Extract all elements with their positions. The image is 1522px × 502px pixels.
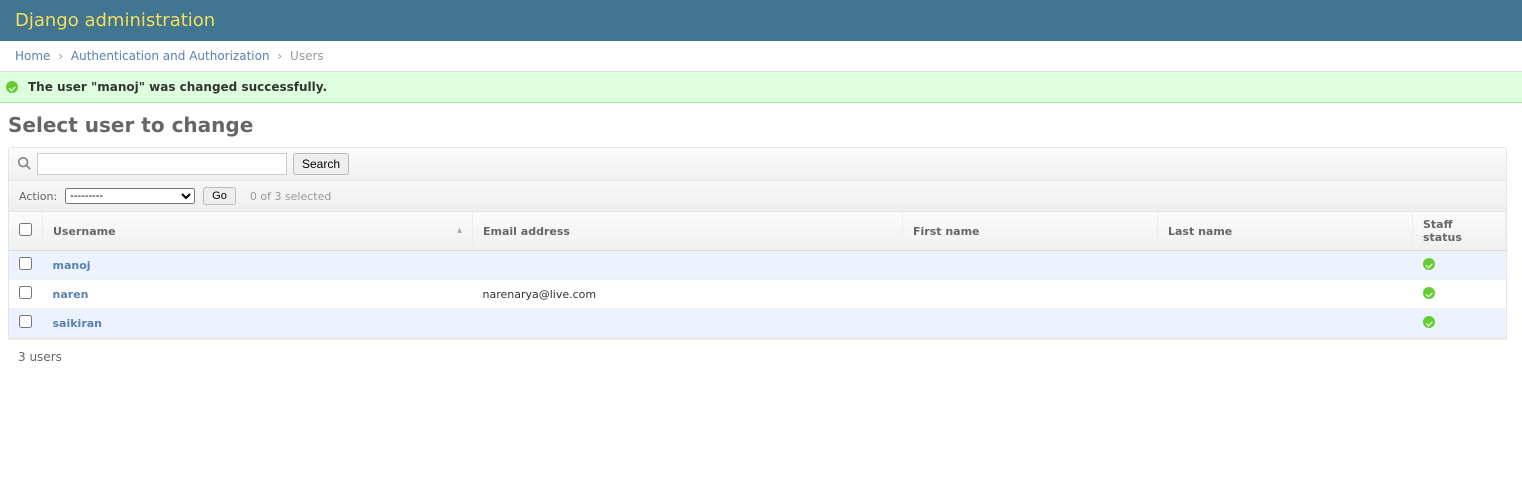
staff-cell xyxy=(1413,251,1506,280)
first-name-cell xyxy=(903,280,1158,309)
check-icon xyxy=(1423,287,1435,299)
col-last-name[interactable]: Last name xyxy=(1158,212,1413,251)
site-title: Django administration xyxy=(15,10,1507,31)
col-first-name[interactable]: First name xyxy=(903,212,1158,251)
success-icon xyxy=(6,81,18,93)
breadcrumb: Home › Authentication and Authorization … xyxy=(0,41,1522,72)
search-toolbar: Search xyxy=(8,147,1507,181)
page-title: Select user to change xyxy=(8,113,1507,137)
check-icon xyxy=(1423,316,1435,328)
email-cell xyxy=(473,251,903,280)
table-row: manoj xyxy=(9,251,1506,280)
staff-cell xyxy=(1413,309,1506,338)
breadcrumb-current: Users xyxy=(290,49,324,63)
paginator: 3 users xyxy=(8,339,1507,374)
select-all-checkbox[interactable] xyxy=(19,223,32,236)
col-username[interactable]: Username ▴ xyxy=(43,212,473,251)
go-button[interactable]: Go xyxy=(203,187,236,205)
last-name-cell xyxy=(1158,280,1413,309)
table-row: naren narenarya@live.com xyxy=(9,280,1506,309)
row-checkbox[interactable] xyxy=(19,257,32,270)
col-staff-status[interactable]: Staff status xyxy=(1413,212,1506,251)
success-message-text: The user "manoj" was changed successfull… xyxy=(28,80,327,94)
username-link[interactable]: naren xyxy=(53,288,89,301)
row-checkbox[interactable] xyxy=(19,315,32,328)
last-name-cell xyxy=(1158,251,1413,280)
table-header-row: Username ▴ Email address First name Last… xyxy=(9,212,1506,251)
message-list: The user "manoj" was changed successfull… xyxy=(0,72,1522,103)
last-name-cell xyxy=(1158,309,1413,338)
header: Django administration xyxy=(0,0,1522,41)
email-cell xyxy=(473,309,903,338)
col-email[interactable]: Email address xyxy=(473,212,903,251)
breadcrumb-home[interactable]: Home xyxy=(15,49,50,63)
results-table-wrapper: Username ▴ Email address First name Last… xyxy=(8,212,1507,339)
col-username-label: Username xyxy=(53,225,116,238)
staff-cell xyxy=(1413,280,1506,309)
selection-counter: 0 of 3 selected xyxy=(250,190,332,203)
check-icon xyxy=(1423,258,1435,270)
action-bar: Action: --------- Go 0 of 3 selected xyxy=(8,181,1507,212)
breadcrumb-auth[interactable]: Authentication and Authorization xyxy=(71,49,270,63)
sort-asc-icon: ▴ xyxy=(457,225,462,236)
col-select-all xyxy=(9,212,43,251)
first-name-cell xyxy=(903,251,1158,280)
username-link[interactable]: saikiran xyxy=(53,317,103,330)
search-input[interactable] xyxy=(37,153,287,175)
action-select[interactable]: --------- xyxy=(65,188,195,204)
first-name-cell xyxy=(903,309,1158,338)
email-cell: narenarya@live.com xyxy=(473,280,903,309)
success-message: The user "manoj" was changed successfull… xyxy=(0,72,1522,102)
search-button[interactable]: Search xyxy=(293,153,349,175)
username-link[interactable]: manoj xyxy=(53,259,91,272)
content: Select user to change Search Action: ---… xyxy=(0,103,1522,394)
action-label: Action: xyxy=(19,190,57,203)
results-table: Username ▴ Email address First name Last… xyxy=(9,212,1506,338)
table-row: saikiran xyxy=(9,309,1506,338)
row-checkbox[interactable] xyxy=(19,286,32,299)
breadcrumb-separator: › xyxy=(273,49,286,63)
search-icon xyxy=(17,156,31,173)
breadcrumb-separator: › xyxy=(54,49,67,63)
